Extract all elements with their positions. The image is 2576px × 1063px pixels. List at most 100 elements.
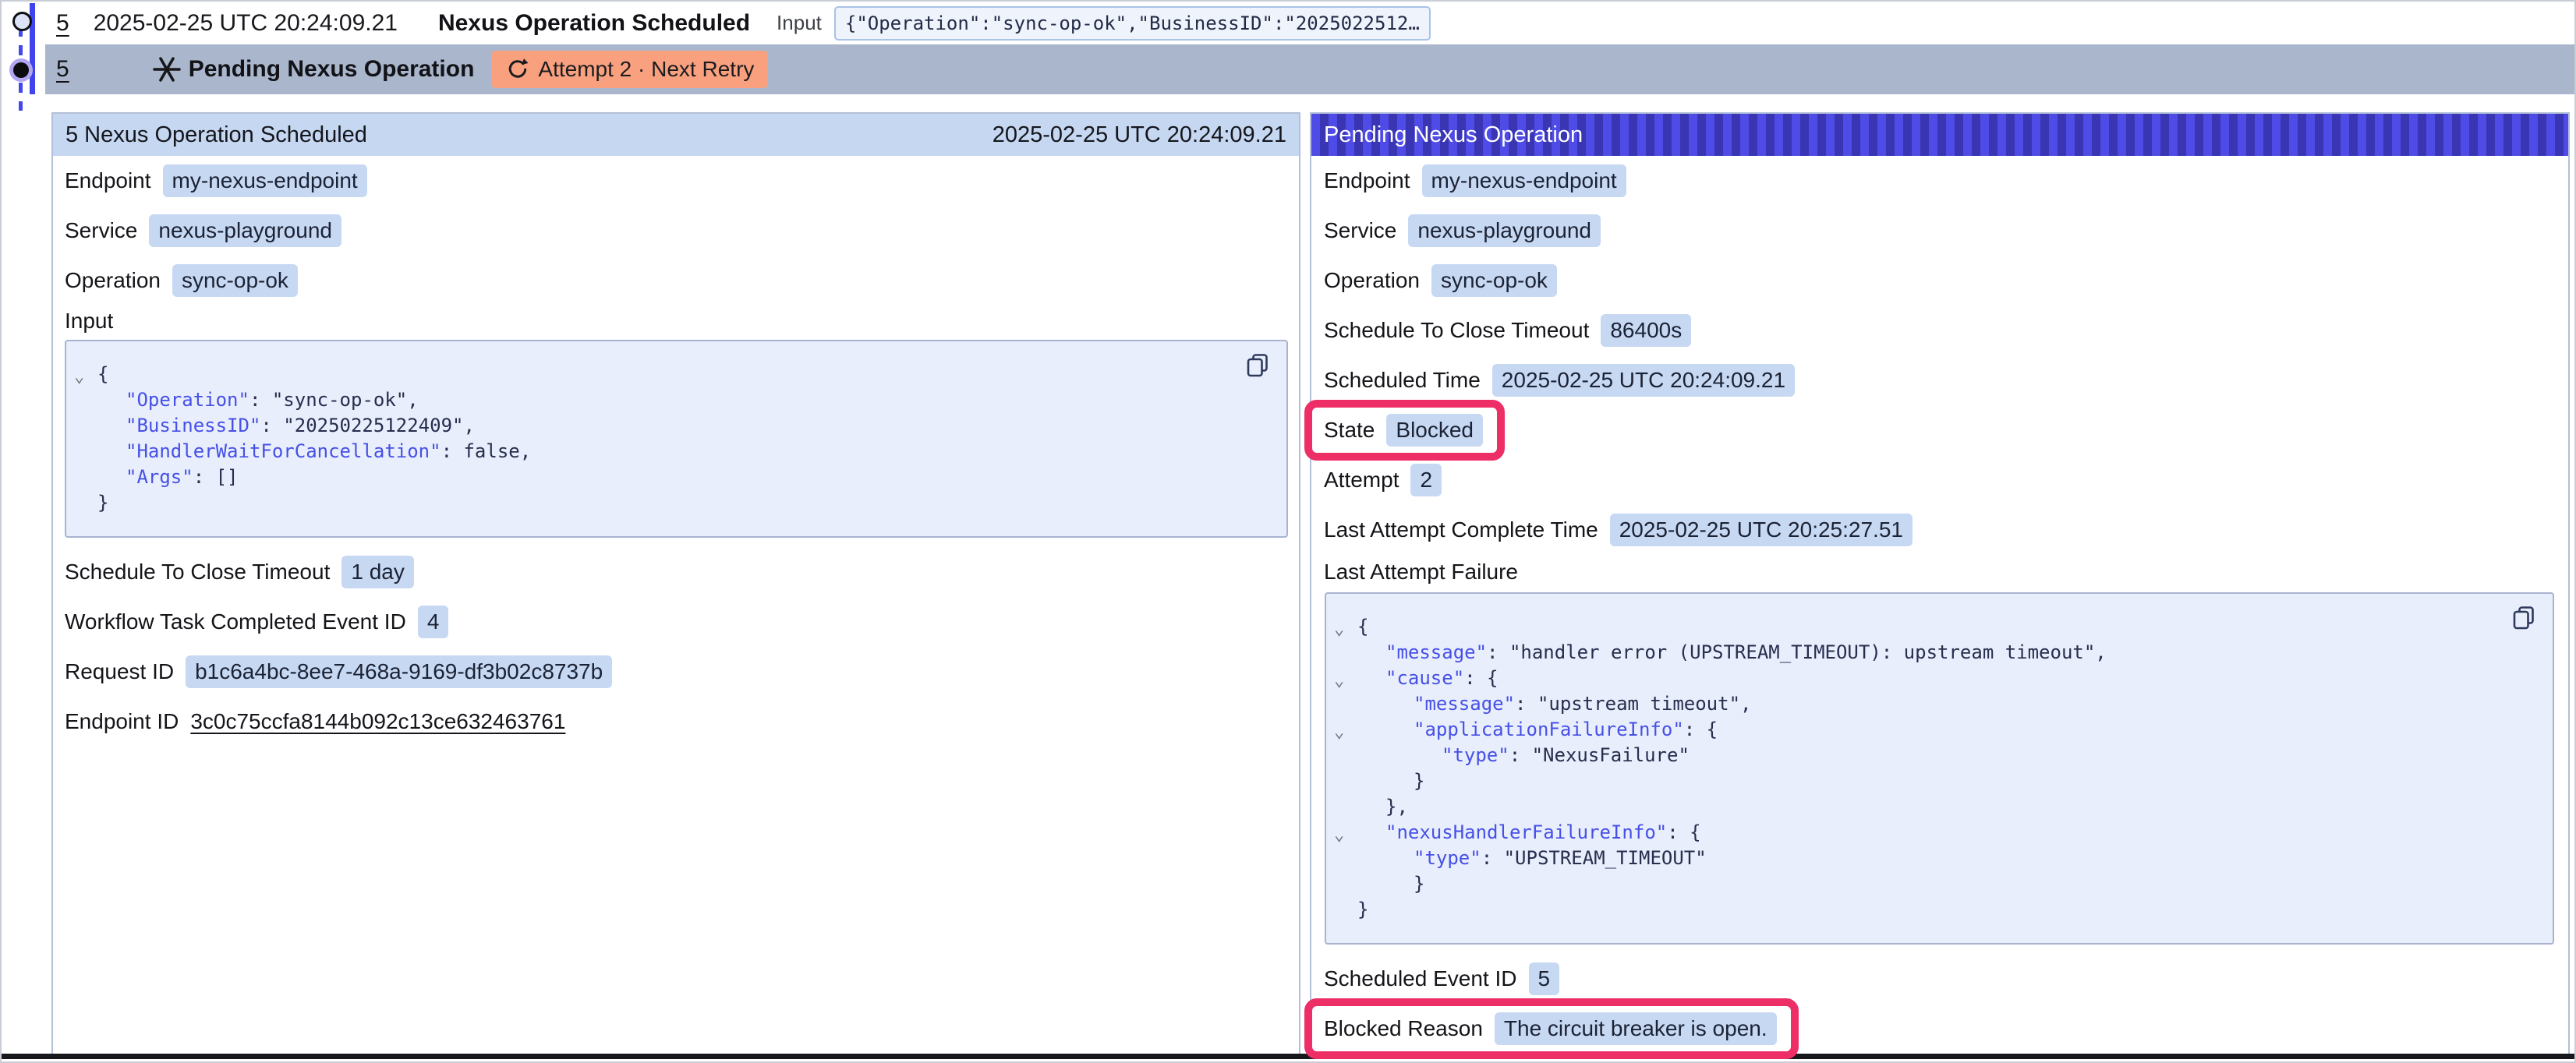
field-label: State (1324, 418, 1375, 443)
pending-panel-title: Pending Nexus Operation (1324, 122, 1583, 148)
event-id-link[interactable]: 5 (56, 10, 69, 37)
event-row-pending[interactable]: 5 Pending Nexus Operation Attempt 2 · Ne… (45, 44, 2574, 94)
field-label: Request ID (65, 659, 174, 684)
event-timestamp: 2025-02-25 UTC 20:24:09.21 (94, 10, 398, 37)
field-value-chip: 1 day (341, 556, 414, 588)
code-line: } (1326, 871, 2553, 897)
field-label: Endpoint ID (65, 709, 179, 734)
code-line: "Operation": "sync-op-ok", (66, 387, 1286, 413)
field-value-chip: 5 (1529, 962, 1560, 995)
field-row-schedule-to-close: Schedule To Close Timeout 1 day (53, 547, 1299, 597)
scheduled-panel-title: 5 Nexus Operation Scheduled (65, 122, 367, 148)
field-row-endpoint-id: Endpoint ID 3c0c75ccfa8144b092c13ce63246… (53, 697, 1299, 747)
history-window: 5 2025-02-25 UTC 20:24:09.21 Nexus Opera… (0, 0, 2576, 1063)
field-value-chip: 2025-02-25 UTC 20:24:09.21 (1492, 364, 1795, 397)
field-value-chip: 4 (418, 606, 449, 638)
endpoint-id-link[interactable]: 3c0c75ccfa8144b092c13ce632463761 (190, 709, 565, 734)
event-input-label: Input (777, 11, 822, 35)
field-label: Schedule To Close Timeout (65, 560, 330, 584)
field-label: Service (1324, 218, 1396, 243)
blocked-reason-value-chip: The circuit breaker is open. (1495, 1012, 1777, 1045)
code-line: "Args": [] (66, 464, 1286, 490)
event-filled-dot-icon (13, 62, 29, 78)
retry-icon (505, 58, 529, 81)
field-label: Endpoint (65, 168, 151, 193)
code-line: ⌄{ (66, 362, 1286, 387)
code-line: } (66, 490, 1286, 516)
event-name: Nexus Operation Scheduled (438, 10, 750, 37)
event-row-scheduled[interactable]: 5 2025-02-25 UTC 20:24:09.21 Nexus Opera… (45, 2, 2574, 44)
field-row-request-id: Request ID b1c6a4bc-8ee7-468a-9169-df3b0… (53, 647, 1299, 697)
field-value-chip: my-nexus-endpoint (163, 164, 367, 197)
field-label: Schedule To Close Timeout (1324, 318, 1589, 343)
chevron-down-icon[interactable]: ⌄ (1334, 827, 1344, 844)
field-value-chip: 2 (1410, 464, 1442, 496)
field-row-wft-completed-event-id: Workflow Task Completed Event ID 4 (53, 597, 1299, 647)
code-line: ⌄"cause": { (1326, 666, 2553, 691)
code-line: "message": "handler error (UPSTREAM_TIME… (1326, 640, 2553, 666)
scheduled-panel-header: 5 Nexus Operation Scheduled 2025-02-25 U… (53, 114, 1299, 156)
chevron-down-icon[interactable]: ⌄ (1334, 724, 1344, 741)
field-label: Service (65, 218, 137, 243)
code-line: "BusinessID": "20250225122409", (66, 413, 1286, 439)
chevron-down-icon[interactable]: ⌄ (1334, 621, 1344, 638)
field-value-chip: nexus-playground (1408, 214, 1601, 247)
field-value-chip: sync-op-ok (1431, 264, 1557, 297)
field-label: Last Attempt Complete Time (1324, 517, 1598, 542)
field-value-chip: b1c6a4bc-8ee7-468a-9169-df3b02c8737b (186, 655, 612, 688)
pending-event-name: Pending Nexus Operation (189, 56, 475, 83)
field-row-scheduled-time: Scheduled Time 2025-02-25 UTC 20:24:09.2… (1311, 355, 2568, 405)
last-attempt-failure-label: Last Attempt Failure (1311, 555, 2568, 589)
blocked-reason-annotation-box: Blocked Reason The circuit breaker is op… (1304, 998, 1799, 1059)
field-label: Blocked Reason (1324, 1016, 1483, 1041)
scheduled-event-panel: 5 Nexus Operation Scheduled 2025-02-25 U… (51, 112, 1300, 1057)
field-row-attempt: Attempt 2 (1311, 455, 2568, 505)
code-line: "message": "upstream timeout", (1326, 691, 2553, 717)
event-open-dot-icon (12, 12, 32, 31)
field-row-service: Service nexus-playground (1311, 206, 2568, 256)
input-json-viewer: ⌄{"Operation": "sync-op-ok","BusinessID"… (65, 340, 1288, 538)
code-line: ⌄"applicationFailureInfo": { (1326, 717, 2553, 743)
field-value-chip: 86400s (1601, 314, 1691, 347)
field-row-service: Service nexus-playground (53, 206, 1299, 256)
code-line: ⌄{ (1326, 614, 2553, 640)
field-row-endpoint: Endpoint my-nexus-endpoint (53, 156, 1299, 206)
field-row-operation: Operation sync-op-ok (53, 256, 1299, 305)
retry-attempt-badge: Attempt 2 · Next Retry (491, 51, 768, 88)
field-row-last-attempt-complete-time: Last Attempt Complete Time 2025-02-25 UT… (1311, 505, 2568, 555)
field-row-scheduled-event-id: Scheduled Event ID 5 (1311, 954, 2568, 1004)
field-label: Operation (65, 268, 161, 293)
state-annotation-box: State Blocked (1304, 400, 1505, 461)
asterisk-icon (153, 55, 181, 83)
event-timeline-gutter (2, 3, 45, 111)
field-label: Scheduled Time (1324, 368, 1481, 393)
pending-panel-header: Pending Nexus Operation (1311, 114, 2568, 156)
code-line: }, (1326, 794, 2553, 820)
scheduled-panel-time: 2025-02-25 UTC 20:24:09.21 (993, 122, 1286, 148)
code-line: "type": "UPSTREAM_TIMEOUT" (1326, 846, 2553, 871)
field-row-schedule-to-close: Schedule To Close Timeout 86400s (1311, 305, 2568, 355)
field-row-operation: Operation sync-op-ok (1311, 256, 2568, 305)
event-input-preview-chip: {"Operation":"sync-op-ok","BusinessID":"… (834, 6, 1431, 41)
field-label: Workflow Task Completed Event ID (65, 609, 406, 634)
failure-json-viewer: ⌄{"message": "handler error (UPSTREAM_TI… (1325, 592, 2554, 945)
chevron-down-icon[interactable]: ⌄ (74, 369, 84, 386)
field-label: Endpoint (1324, 168, 1410, 193)
code-line: } (1326, 897, 2553, 923)
field-value-chip: nexus-playground (149, 214, 341, 247)
code-line: ⌄"nexusHandlerFailureInfo": { (1326, 820, 2553, 846)
input-section-label: Input (53, 305, 1299, 337)
field-value-chip: my-nexus-endpoint (1422, 164, 1626, 197)
chevron-down-icon[interactable]: ⌄ (1334, 673, 1344, 690)
field-label: Attempt (1324, 468, 1399, 493)
code-line: "type": "NexusFailure" (1326, 743, 2553, 768)
retry-badge-label: Attempt 2 · Next Retry (538, 57, 754, 82)
field-value-chip: 2025-02-25 UTC 20:25:27.51 (1610, 514, 1913, 546)
pending-operation-panel: Pending Nexus Operation Endpoint my-nexu… (1310, 112, 2570, 1057)
code-line: } (1326, 768, 2553, 794)
field-label: Scheduled Event ID (1324, 966, 1517, 991)
state-value-chip: Blocked (1386, 414, 1483, 447)
field-value-chip: sync-op-ok (172, 264, 298, 297)
window-bottom-divider (2, 1054, 2574, 1059)
pending-event-id-link[interactable]: 5 (56, 56, 69, 83)
